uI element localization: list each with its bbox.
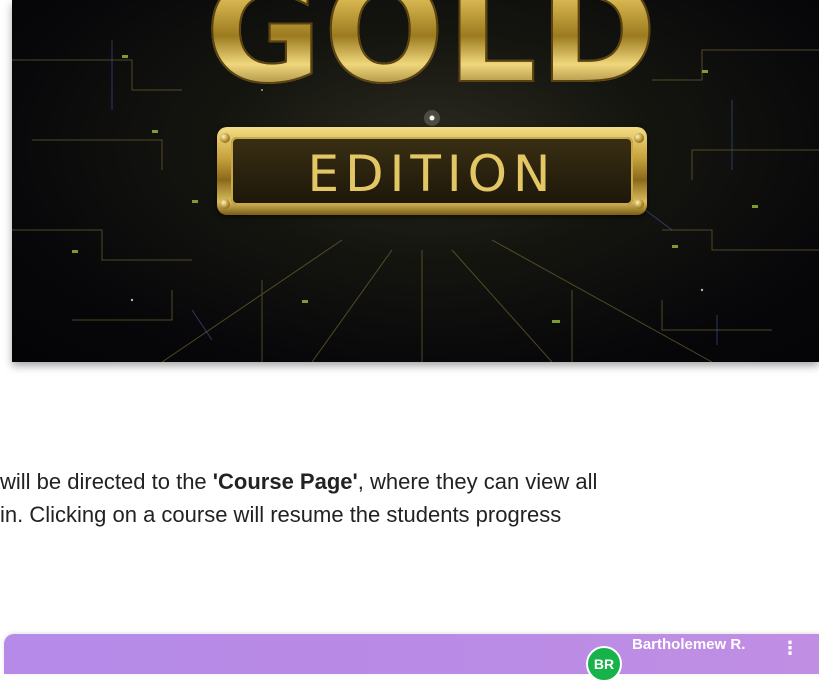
user-avatar[interactable]: BR [586, 646, 622, 682]
rivet-icon [220, 133, 230, 143]
line1-prefix-text: will be directed to the [0, 469, 213, 494]
rivet-icon [220, 199, 230, 209]
instruction-paragraph: will be directed to the 'Course Page', w… [0, 465, 819, 531]
edition-plate-inner: EDITION [231, 137, 633, 205]
rivet-icon [634, 133, 644, 143]
paragraph-line-2: in. Clicking on a course will resume the… [0, 502, 562, 527]
line1-suffix-text: , where they can view all [357, 469, 598, 494]
app-top-bar: BR Bartholemew R. ⋮ [4, 634, 819, 682]
gold-title-text: GOLD [202, 0, 662, 105]
user-name-label[interactable]: Bartholemew R. [632, 636, 745, 653]
paragraph-line-1: will be directed to the 'Course Page', w… [0, 465, 819, 498]
course-page-emphasis: 'Course Page' [212, 469, 358, 494]
edition-text: EDITION [307, 145, 557, 203]
kebab-menu-icon[interactable]: ⋮ [781, 640, 799, 666]
gold-edition-banner: GOLD EDITION [12, 0, 819, 362]
rivet-icon [634, 199, 644, 209]
edition-plate: EDITION [217, 127, 647, 215]
